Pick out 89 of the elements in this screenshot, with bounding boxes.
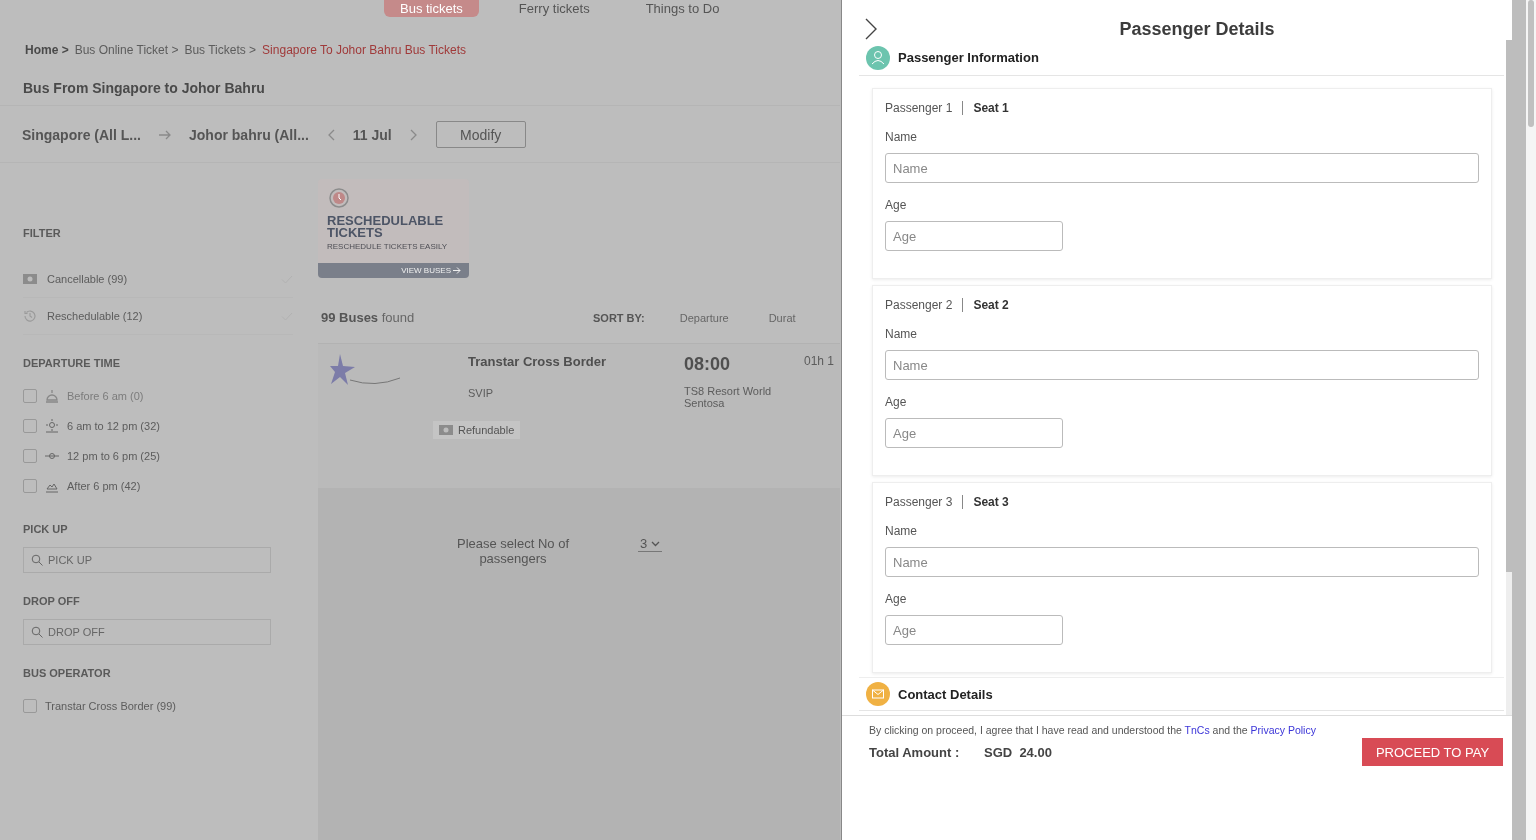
bus-type: SVIP xyxy=(468,387,495,399)
destination-city[interactable]: Johor bahru (All... xyxy=(189,126,309,143)
passenger-label: Passenger 3 xyxy=(885,495,964,509)
field-label: Age xyxy=(885,395,908,409)
field-label: Name xyxy=(885,130,918,144)
chevron-left-icon[interactable] xyxy=(326,128,335,141)
view-buses-link[interactable]: VIEW BUSES xyxy=(401,266,451,275)
terms-link[interactable]: TnCs xyxy=(1184,724,1210,736)
sort-label: SORT BY: xyxy=(593,311,645,324)
trip-duration: 01h 1 xyxy=(804,354,836,370)
passenger-label: Passenger 2 xyxy=(885,298,964,312)
departure-time: 08:00 xyxy=(684,354,732,375)
chevron-right-icon[interactable] xyxy=(865,18,877,40)
promo-title: RESCHEDULABLE TICKETS xyxy=(327,215,445,239)
page-title: Bus From Singapore to Johor Bahru xyxy=(0,80,840,106)
scrollbar-thumb[interactable] xyxy=(1528,0,1534,127)
field-label: Age xyxy=(885,198,908,212)
travel-date: 11 Jul xyxy=(352,126,392,143)
nav-tab[interactable]: Ferry tickets xyxy=(502,0,606,17)
sort-option[interactable]: Durat xyxy=(768,311,796,324)
filter-option[interactable]: Reschedulable (12) xyxy=(47,310,143,322)
section-heading: DEPARTURE TIME xyxy=(23,357,121,369)
section-title: Passenger Information xyxy=(898,50,1039,65)
promo-subtitle: RESCHEDULE TICKETS EASILY xyxy=(327,242,449,251)
total-amount: SGD 24.00 xyxy=(984,744,1052,760)
breadcrumb-link[interactable]: Bus Online Ticket > xyxy=(74,43,179,57)
breadcrumb-link[interactable]: Home > xyxy=(25,43,69,57)
drop-off-field[interactable]: DROP OFF xyxy=(23,619,271,645)
promo-banner[interactable]: RESCHEDULABLE TICKETS RESCHEDULE TICKETS EASILY VIEW BUSES xyxy=(318,179,469,278)
checkbox[interactable] xyxy=(23,479,37,493)
caret-down-icon xyxy=(651,540,661,547)
sun-icon xyxy=(45,419,59,433)
nav-tab[interactable]: Bus tickets xyxy=(384,0,479,17)
section-heading: PICK UP xyxy=(23,523,69,535)
clock-icon xyxy=(328,187,350,209)
operator-name: Transtar Cross Border xyxy=(468,354,607,369)
history-icon xyxy=(23,309,37,323)
passenger-label: Passenger 1 xyxy=(885,101,964,115)
name-input[interactable]: Name xyxy=(885,350,1479,380)
drawer-title: Passenger Details xyxy=(1118,19,1275,40)
name-input[interactable]: Name xyxy=(885,547,1479,577)
search-icon xyxy=(31,626,43,638)
age-input[interactable]: Age xyxy=(885,221,1063,251)
envelope-icon xyxy=(866,682,890,706)
boarding-point: TS8 Resort World Sentosa xyxy=(684,385,773,409)
breadcrumb-link[interactable]: Bus Tickets > xyxy=(184,43,257,57)
privacy-policy-link[interactable]: Privacy Policy xyxy=(1250,724,1316,736)
age-input[interactable]: Age xyxy=(885,418,1063,448)
checkbox[interactable] xyxy=(23,699,37,713)
seat-number: Seat 3 xyxy=(973,495,1009,509)
person-icon xyxy=(866,45,890,70)
results-count: 99 Buses found xyxy=(321,310,416,325)
filter-option[interactable]: 6 am to 12 pm (32) xyxy=(67,420,160,432)
age-input[interactable]: Age xyxy=(885,615,1063,645)
seat-number: Seat 2 xyxy=(973,298,1009,312)
total-label: Total Amount : xyxy=(869,744,961,760)
sunrise-icon xyxy=(45,389,59,403)
arrow-right-icon xyxy=(453,267,461,274)
section-heading: BUS OPERATOR xyxy=(23,667,112,679)
seat-number: Seat 1 xyxy=(973,101,1009,115)
origin-city[interactable]: Singapore (All L... xyxy=(22,126,141,143)
banknote-icon xyxy=(23,274,37,284)
proceed-to-pay-button[interactable]: PROCEED TO PAY xyxy=(1362,738,1503,766)
breadcrumb-link[interactable]: Singapore To Johor Bahru Bus Tickets xyxy=(262,43,466,57)
modify-button[interactable]: Modify xyxy=(435,121,526,148)
sort-option[interactable]: Departure xyxy=(679,311,729,324)
filter-option[interactable]: Transtar Cross Border (99) xyxy=(45,700,177,712)
tag-label: Refundable xyxy=(458,424,515,436)
section-heading: DROP OFF xyxy=(23,595,81,607)
agreement-text: By clicking on proceed, I agree that I have read and understood the TnCs and the Privacy Policy xyxy=(869,724,1317,736)
field-label: Name xyxy=(885,327,918,341)
section-title: Contact Details xyxy=(898,686,993,702)
checkbox[interactable] xyxy=(23,449,37,463)
filter-option[interactable]: Cancellable (99) xyxy=(47,273,128,285)
search-icon xyxy=(31,554,43,566)
name-input[interactable]: Name xyxy=(885,153,1479,183)
banknote-icon xyxy=(439,425,453,435)
passenger-count-label: Please select No of passengers xyxy=(456,536,570,566)
checkbox[interactable] xyxy=(23,419,37,433)
pick-up-field[interactable]: PICK UP xyxy=(23,547,271,573)
field-label: Age xyxy=(885,592,908,606)
passenger-count-dropdown[interactable]: 3 xyxy=(638,536,663,552)
nav-tab[interactable]: Things to Do xyxy=(629,0,736,17)
section-heading: FILTER xyxy=(23,227,62,239)
field-label: Name xyxy=(885,524,918,538)
filter-option[interactable]: 12 pm to 6 pm (25) xyxy=(67,450,160,462)
scrollbar-thumb[interactable] xyxy=(1506,40,1512,572)
filter-option[interactable]: After 6 pm (42) xyxy=(67,480,141,492)
arrow-right-icon xyxy=(159,129,171,140)
